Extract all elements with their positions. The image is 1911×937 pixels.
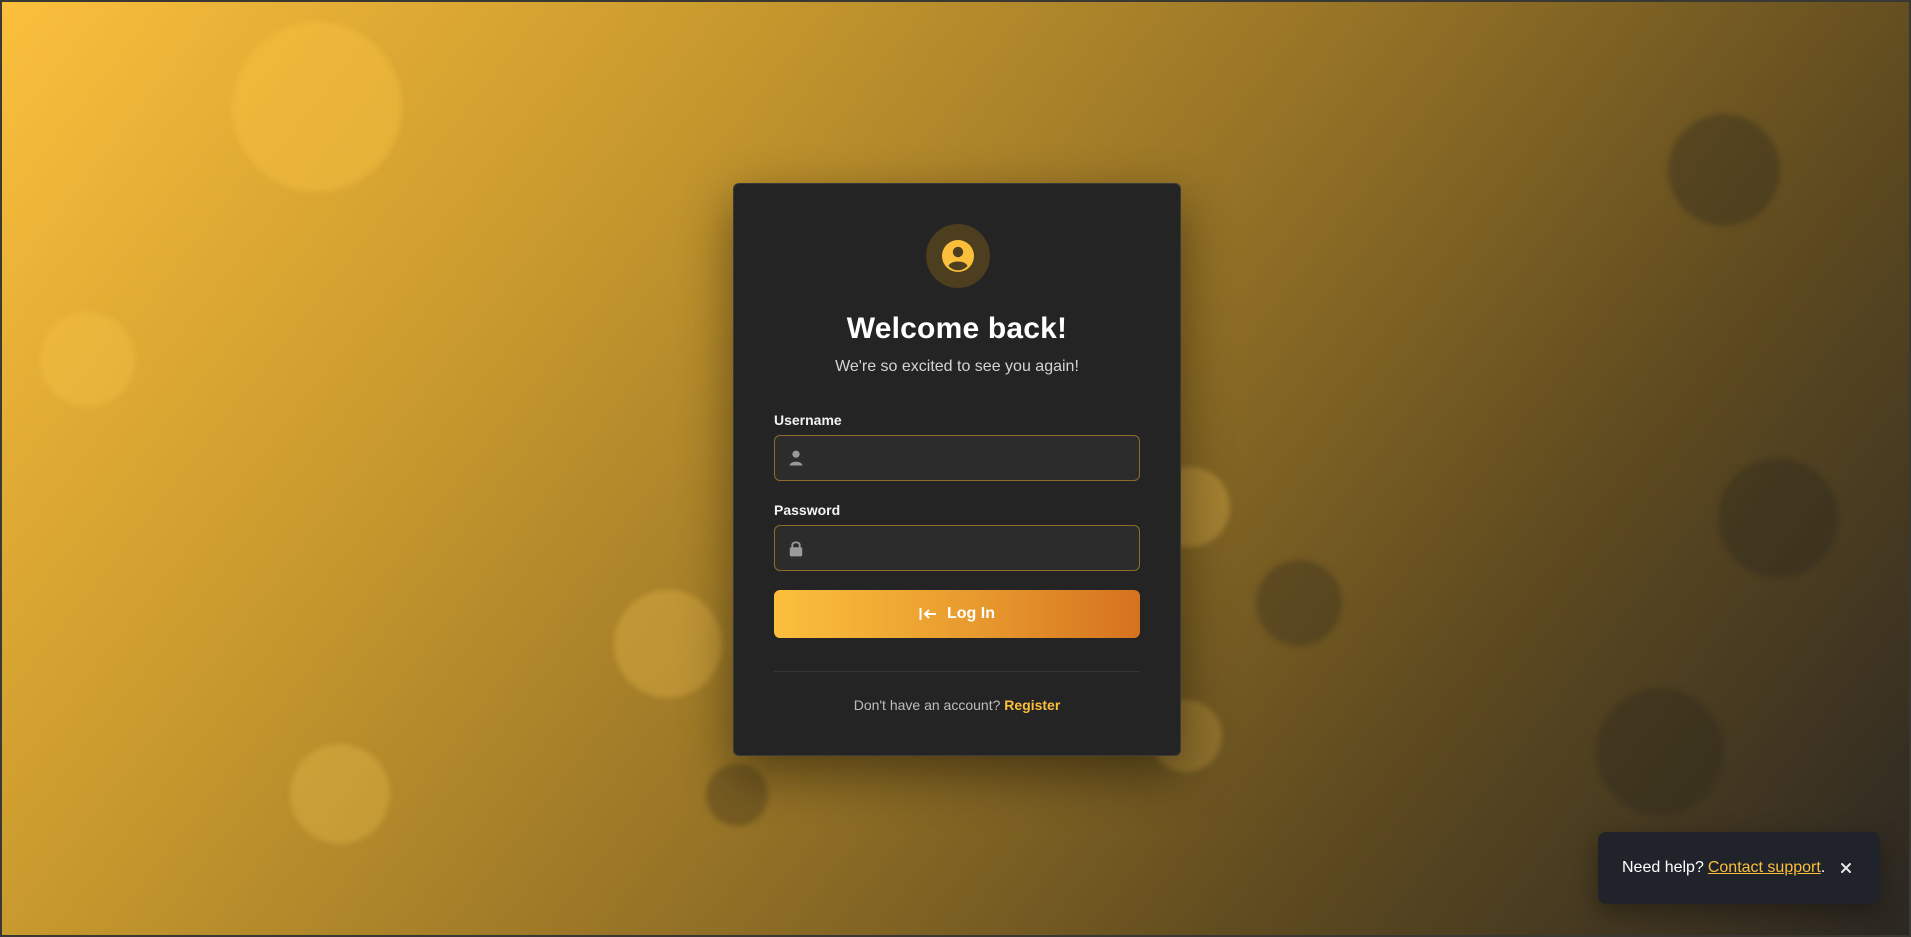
register-prompt: Don't have an account? Register [734, 697, 1180, 713]
divider [774, 671, 1140, 672]
user-icon [787, 449, 805, 467]
sign-in-icon [919, 608, 936, 620]
bokeh-dark [1596, 688, 1724, 816]
login-button-label: Log In [947, 605, 995, 622]
register-prompt-text: Don't have an account? [853, 697, 1001, 713]
login-button[interactable]: Log In [774, 590, 1140, 638]
user-circle-icon [942, 240, 974, 272]
password-label: Password [774, 502, 841, 518]
bokeh-light [40, 312, 135, 407]
password-input[interactable] [815, 526, 1131, 570]
bokeh-light [614, 590, 722, 698]
help-suffix: . [1820, 859, 1826, 876]
lock-icon [787, 539, 805, 557]
page-subtitle: We're so excited to see you again! [835, 358, 1079, 375]
page-title: Welcome back! [846, 312, 1068, 345]
bokeh-dark [1718, 458, 1838, 578]
username-input[interactable] [815, 436, 1131, 480]
bokeh-dark [1256, 560, 1342, 646]
help-text: Need help? [1622, 859, 1704, 876]
close-icon[interactable] [1838, 860, 1854, 876]
bokeh-dark [1668, 114, 1780, 226]
bokeh-light [290, 744, 390, 844]
bokeh-light [232, 22, 402, 192]
login-card: Welcome back! We're so excited to see yo… [733, 183, 1181, 756]
contact-support-link[interactable]: Contact support [1708, 859, 1821, 877]
password-field[interactable] [774, 525, 1140, 571]
bokeh-dark [706, 764, 768, 826]
register-link[interactable]: Register [1004, 697, 1060, 713]
help-toast: Need help? Contact support. [1598, 832, 1880, 904]
username-label: Username [774, 412, 842, 428]
avatar [926, 224, 990, 288]
username-field[interactable] [774, 435, 1140, 481]
